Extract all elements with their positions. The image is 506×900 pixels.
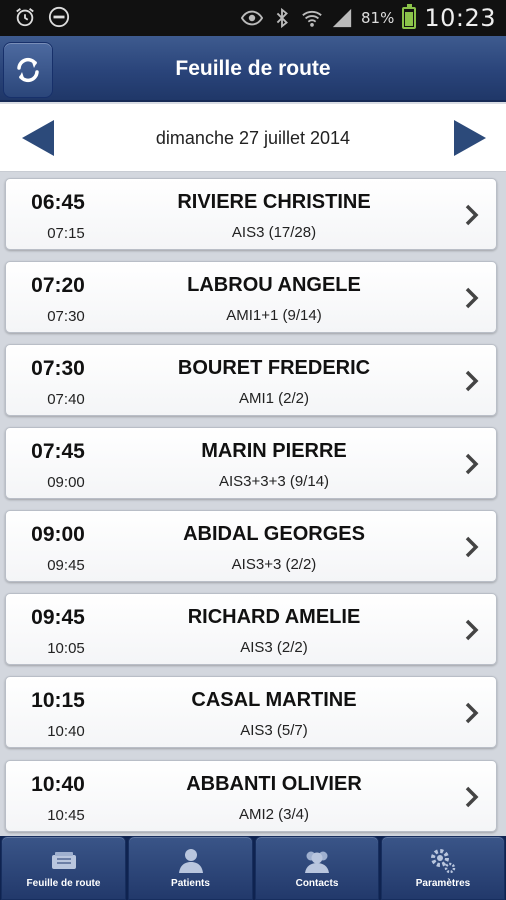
end-time: 07:40	[47, 391, 85, 408]
patient-name: RIVIERE CHRISTINE	[177, 191, 371, 213]
end-time: 07:30	[47, 308, 85, 325]
patient-name: CASAL MARTINE	[191, 689, 357, 711]
tab-label: Paramètres	[415, 878, 471, 889]
chevron-right-icon	[465, 536, 479, 558]
contacts-icon	[305, 851, 329, 873]
appointment-list: 06:45 07:15 RIVIERE CHRISTINE AIS3 (17/2…	[0, 172, 506, 836]
end-time: 10:40	[47, 723, 85, 740]
bottom-tab-bar: Feuille de route Patients Contacts Param…	[0, 836, 506, 900]
start-time: 10:15	[31, 689, 85, 712]
sync-button[interactable]	[3, 42, 53, 98]
sync-icon	[17, 57, 39, 83]
care-act: AIS3 (2/2)	[240, 639, 308, 656]
tab-feuille-de-route[interactable]: Feuille de route	[1, 836, 126, 900]
tab-label: Contacts	[295, 878, 339, 889]
alarm-icon	[16, 8, 34, 27]
do-not-disturb-icon	[48, 6, 70, 28]
tab-label: Feuille de route	[26, 878, 101, 889]
chevron-right-icon	[465, 786, 479, 808]
battery-percent: 81%	[360, 9, 395, 27]
start-time: 09:00	[31, 523, 85, 546]
start-time: 07:20	[31, 274, 85, 297]
start-time: 07:30	[31, 357, 85, 380]
tab-label: Patients	[171, 878, 210, 889]
app-header: Feuille de route	[0, 36, 506, 102]
battery-icon	[402, 4, 417, 29]
start-time: 06:45	[31, 191, 85, 214]
patient-name: MARIN PIERRE	[201, 440, 347, 462]
appointment-row[interactable]: 07:45 09:00 MARIN PIERRE AIS3+3+3 (9/14)	[5, 427, 497, 499]
start-time: 07:45	[31, 440, 85, 463]
care-act: AIS3 (5/7)	[240, 722, 308, 739]
date-navigation: dimanche 27 juillet 2014	[0, 104, 506, 172]
care-act: AMI1 (2/2)	[238, 390, 310, 407]
chevron-right-icon	[465, 619, 479, 641]
patient-name: LABROU ANGELE	[187, 274, 361, 296]
patient-name: BOURET FREDERIC	[177, 357, 371, 379]
start-time: 09:45	[31, 606, 85, 629]
patient-name: ABIDAL GEORGES	[183, 523, 365, 545]
current-date: dimanche 27 juillet 2014	[155, 128, 351, 148]
tab-parametres[interactable]: Paramètres	[381, 836, 505, 900]
end-time: 07:15	[47, 225, 85, 242]
chevron-right-icon	[465, 204, 479, 226]
patient-name: ABBANTI OLIVIER	[186, 773, 362, 795]
status-bar: 81% 10:23	[0, 0, 506, 36]
appointment-row[interactable]: 07:30 07:40 BOURET FREDERIC AMI1 (2/2)	[5, 344, 497, 416]
end-time: 10:05	[47, 640, 85, 657]
arrow-right-icon[interactable]	[450, 118, 490, 158]
chevron-right-icon	[465, 370, 479, 392]
care-act: AIS3+3+3 (9/14)	[218, 473, 330, 490]
tab-contacts[interactable]: Contacts	[255, 836, 379, 900]
appointment-row[interactable]: 07:20 07:30 LABROU ANGELE AMI1+1 (9/14)	[5, 261, 497, 333]
chevron-right-icon	[465, 702, 479, 724]
chevron-right-icon	[465, 287, 479, 309]
eye-icon	[240, 10, 263, 26]
patient-icon	[178, 849, 203, 873]
appointment-row[interactable]: 09:00 09:45 ABIDAL GEORGES AIS3+3 (2/2)	[5, 510, 497, 582]
wifi-icon	[302, 10, 322, 27]
care-act: AMI2 (3/4)	[238, 806, 310, 823]
patient-name: RICHARD AMELIE	[187, 606, 361, 628]
appointment-row[interactable]: 06:45 07:15 RIVIERE CHRISTINE AIS3 (17/2…	[5, 178, 497, 250]
appointment-row[interactable]: 09:45 10:05 RICHARD AMELIE AIS3 (2/2)	[5, 593, 497, 665]
end-time: 09:45	[47, 557, 85, 574]
clock: 10:23	[424, 4, 496, 32]
end-time: 10:45	[47, 807, 85, 824]
care-act: AIS3 (17/28)	[231, 224, 317, 241]
bluetooth-icon	[276, 7, 288, 29]
roadmap-icon	[51, 852, 76, 869]
appointment-row[interactable]: 10:15 10:40 CASAL MARTINE AIS3 (5/7)	[5, 676, 497, 748]
care-act: AMI1+1 (9/14)	[226, 307, 322, 324]
appointment-row[interactable]: 10:40 10:45 ABBANTI OLIVIER AMI2 (3/4)	[5, 760, 497, 832]
care-act: AIS3+3 (2/2)	[231, 556, 317, 573]
page-title: Feuille de route	[175, 57, 331, 80]
signal-icon	[332, 8, 352, 28]
settings-icon	[431, 849, 456, 874]
start-time: 10:40	[31, 773, 85, 796]
end-time: 09:00	[47, 474, 85, 491]
tab-patients[interactable]: Patients	[128, 836, 253, 900]
chevron-right-icon	[465, 453, 479, 475]
